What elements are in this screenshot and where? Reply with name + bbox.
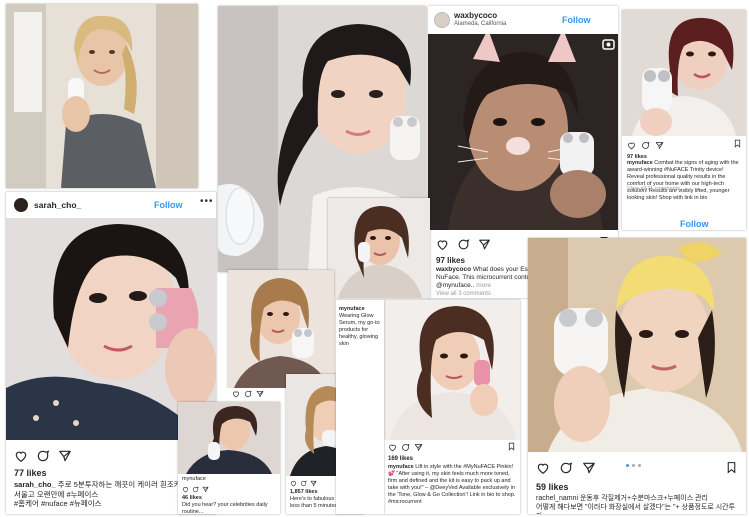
share-icon[interactable]: [58, 449, 72, 463]
post-caption: mynuface Lift in style with the #MyNuFAC…: [388, 464, 516, 506]
bookmark-icon[interactable]: [507, 442, 516, 451]
caption-line-3: #홈케어 #nuface #뉴페이스: [14, 499, 102, 508]
bookmark-icon[interactable]: [733, 139, 742, 148]
heart-icon[interactable]: [436, 238, 449, 251]
comment-icon[interactable]: [244, 390, 252, 398]
photo-small-left: [178, 402, 280, 474]
photo-brunette-woman: [328, 198, 430, 298]
share-icon[interactable]: [202, 486, 209, 493]
share-icon[interactable]: [414, 443, 423, 452]
bookmark-icon[interactable]: [725, 461, 738, 474]
post-caption: mynuface Wearing Glow Serum, my go-to pr…: [339, 306, 382, 348]
photo-cat-filter-selfie: [428, 34, 618, 230]
post-blonde-woman: [6, 4, 198, 188]
post-mynuface-redhair: 97 likes mynuface Combat the signs of ag…: [622, 10, 746, 230]
post-mynuface-pink: 169 likes mynuface Lift in style with th…: [384, 300, 520, 514]
share-icon[interactable]: [310, 480, 317, 487]
share-icon[interactable]: [256, 390, 264, 398]
comment-icon[interactable]: [641, 141, 650, 150]
heart-icon[interactable]: [14, 449, 28, 463]
comment-icon[interactable]: [559, 461, 573, 475]
photo-blonde-woman: [6, 4, 198, 188]
post-caption: rachel_namni 운동후 각질제거+수분마스크+누페이스 관리 어떻게 …: [536, 494, 740, 514]
follow-button[interactable]: Follow: [680, 219, 709, 229]
caption-username[interactable]: waxbycoco: [436, 266, 471, 273]
caption-line-2: 어떻게 해다보면 "이러다 화장실에서 살겠다"는 "+ 상품정도로 시간투자: [536, 504, 736, 514]
likes-count[interactable]: 59 likes: [536, 482, 569, 492]
avatar: [434, 12, 450, 28]
post-small-left: mynuface 46 likes Did you hear? your cel…: [178, 402, 280, 514]
heart-icon[interactable]: [290, 480, 297, 487]
likes-count[interactable]: 77 likes: [14, 468, 47, 478]
post-small-lady-white: mynuface Wearing Glow Serum, my go-to pr…: [336, 300, 384, 514]
caption-username[interactable]: mynuface: [339, 306, 365, 312]
caption-line-2: 서울고 오랜만에 #누페이스: [14, 489, 99, 499]
heart-icon[interactable]: [627, 141, 636, 150]
post-brunette-center: [328, 198, 430, 298]
comment-icon[interactable]: [457, 238, 470, 251]
heart-icon[interactable]: [232, 390, 240, 398]
caption-text: Wearing Glow Serum, my go-to products fo…: [339, 313, 380, 347]
likes-count[interactable]: 46 likes: [182, 495, 202, 502]
avatar: [14, 198, 28, 212]
heart-icon[interactable]: [182, 486, 189, 493]
follow-button[interactable]: Follow: [154, 200, 183, 210]
comment-icon[interactable]: [36, 449, 50, 463]
post-username[interactable]: sarah_cho_: [34, 200, 81, 210]
photo-blonde-device: [228, 270, 334, 388]
photo-red-hair-woman: [622, 10, 746, 136]
share-icon[interactable]: [478, 238, 491, 251]
post-rachel-namni: 59 likes rachel_namni 운동후 각질제거+수분마스크+누페이…: [528, 238, 746, 514]
post-blonde-device: [228, 270, 334, 388]
comment-icon[interactable]: [401, 443, 410, 452]
likes-count[interactable]: 1,857 likes: [290, 489, 318, 496]
comment-icon[interactable]: [300, 480, 307, 487]
share-icon[interactable]: [655, 141, 664, 150]
post-location[interactable]: Alameda, California: [454, 21, 506, 27]
post-user[interactable]: mynuface: [182, 476, 206, 483]
follow-button[interactable]: Follow: [562, 15, 591, 25]
caption-text: Combat the signs of aging with the award…: [627, 160, 739, 201]
share-icon[interactable]: [582, 461, 596, 475]
caption-line-1: rachel_namni 운동후 각질제거+수분마스크+누페이스 관리: [536, 495, 708, 502]
caption-line-1: 주로 5분투자하는 깨끗이 케이러 흰조커여: [57, 480, 188, 489]
heart-icon[interactable]: [536, 461, 550, 475]
more-dots-icon[interactable]: •••: [200, 196, 214, 207]
caption-username[interactable]: mynuface: [627, 160, 653, 166]
post-username[interactable]: waxbycoco: [454, 11, 497, 20]
caption-text: Lift in style with the #MyNuFACE Pinkin!…: [388, 464, 516, 505]
more-link[interactable]: more: [476, 282, 491, 289]
view-comments-link[interactable]: View all 11 comments: [627, 186, 740, 193]
likes-count[interactable]: 97 likes: [436, 256, 465, 265]
caption-username[interactable]: sarah_cho_: [14, 480, 56, 489]
comment-icon[interactable]: [192, 486, 199, 493]
post-caption: Did you hear? your celebrities daily rou…: [182, 502, 268, 514]
post-caption: mynuface Combat the signs of aging with …: [627, 160, 742, 202]
photo-headband-woman: [528, 238, 746, 452]
likes-count[interactable]: 169 likes: [388, 456, 413, 462]
photo-pink-device: [384, 300, 520, 440]
caption-username[interactable]: mynuface: [388, 464, 414, 470]
heart-icon[interactable]: [388, 443, 397, 452]
